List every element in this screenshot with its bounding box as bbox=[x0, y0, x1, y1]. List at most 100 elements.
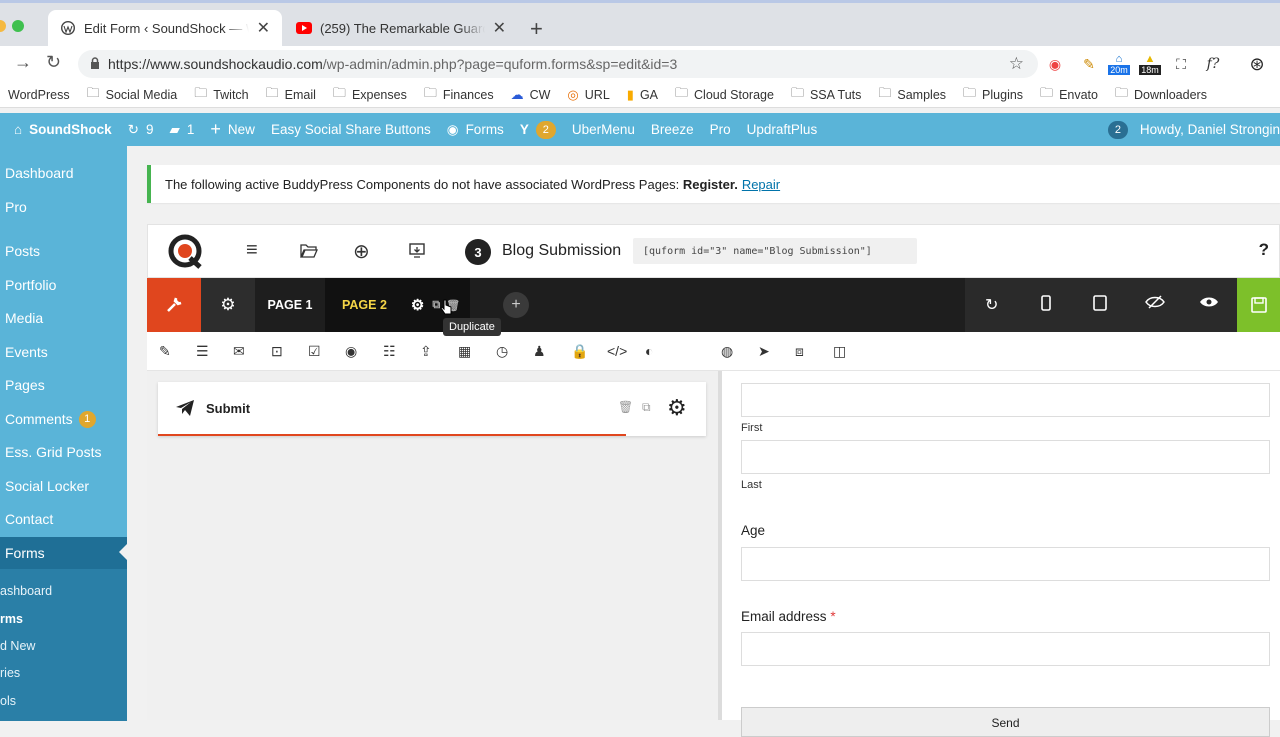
add-circle-icon[interactable]: ⊕ bbox=[353, 239, 370, 264]
bookmark-folder[interactable]: 🗀 Finances bbox=[424, 84, 494, 106]
extension-warning-icon[interactable]: ▲ 18m bbox=[1138, 53, 1162, 75]
eye-icon[interactable] bbox=[1199, 295, 1219, 314]
adminbar-site[interactable]: ⌂ SoundShock bbox=[14, 122, 112, 137]
refresh-icon[interactable]: ↻ bbox=[985, 295, 998, 315]
wrench-icon[interactable] bbox=[147, 278, 201, 332]
tablet-icon[interactable] bbox=[1093, 295, 1107, 316]
sidebar-item-events[interactable]: Events bbox=[0, 337, 127, 367]
tab-youtube[interactable]: (259) The Remarkable Guard Scene ✕ bbox=[284, 10, 518, 46]
extension-fx-icon[interactable]: f? bbox=[1202, 53, 1224, 75]
bookmark-item[interactable]: ▮ GA bbox=[627, 87, 658, 103]
bookmark-folder[interactable]: 🗀 Envato bbox=[1040, 84, 1098, 106]
minimize-button[interactable] bbox=[0, 20, 6, 32]
pencil-icon[interactable]: ✎ bbox=[159, 343, 171, 360]
bookmark-item[interactable]: ◎ URL bbox=[567, 87, 609, 103]
new-tab-icon[interactable]: + bbox=[530, 16, 543, 42]
adminbar-breeze[interactable]: Breeze bbox=[651, 122, 694, 137]
submenu-add-new[interactable]: d New bbox=[0, 639, 35, 653]
bookmark-folder[interactable]: 🗀 Email bbox=[266, 84, 316, 106]
columns-icon[interactable]: ◫ bbox=[833, 343, 846, 360]
select-icon[interactable]: ⊡ bbox=[271, 343, 283, 360]
sidebar-item-posts[interactable]: Posts bbox=[0, 236, 127, 266]
tab-close-icon[interactable]: ✕ bbox=[257, 18, 270, 38]
name-icon[interactable]: ♟ bbox=[533, 343, 546, 360]
email-icon[interactable]: ✉ bbox=[233, 343, 245, 360]
element-settings-gear-icon[interactable]: ⚙ bbox=[667, 395, 687, 421]
bookmark-item[interactable]: WordPress bbox=[8, 88, 70, 102]
page-settings-gear-icon[interactable]: ⚙ bbox=[411, 296, 424, 314]
adminbar-updraft[interactable]: UpdraftPlus bbox=[747, 122, 818, 137]
textarea-icon[interactable]: ☰ bbox=[196, 343, 209, 360]
bookmark-folder[interactable]: 🗀 Cloud Storage bbox=[675, 84, 774, 106]
adminbar-new[interactable]: + New bbox=[210, 119, 255, 140]
shortcode-field[interactable]: [quform id="3" name="Blog Submission"] bbox=[633, 238, 917, 264]
checkbox-icon[interactable]: ☑ bbox=[308, 343, 321, 360]
hidden-icon[interactable]: ◐ bbox=[645, 343, 653, 359]
trash-icon[interactable]: 🗑 bbox=[618, 400, 633, 414]
sidebar-item-comments[interactable]: Comments 1 bbox=[0, 404, 127, 434]
bookmark-folder[interactable]: 🗀 Twitch bbox=[194, 84, 248, 106]
sidebar-item-social-locker[interactable]: Social Locker bbox=[0, 471, 127, 501]
upload-icon[interactable]: ⇪ bbox=[420, 343, 432, 360]
folder-open-icon[interactable] bbox=[300, 241, 318, 264]
submenu-tools[interactable]: ols bbox=[0, 694, 16, 708]
send-button[interactable]: Send bbox=[741, 707, 1270, 737]
extension-timer-icon[interactable]: ⌂ 20m bbox=[1106, 53, 1132, 75]
menu-icon[interactable]: ≡ bbox=[246, 239, 258, 262]
submit-element-card[interactable]: Submit 🗑 ⧉ ⚙ bbox=[158, 382, 706, 436]
adminbar-forms[interactable]: ◉ Forms bbox=[447, 122, 504, 138]
duplicate-icon[interactable]: ⧉ bbox=[642, 400, 651, 415]
help-icon[interactable]: ? bbox=[1259, 240, 1269, 260]
sidebar-item-pages[interactable]: Pages bbox=[0, 370, 127, 400]
extension-crop-icon[interactable]: ⛶ bbox=[1170, 53, 1192, 75]
preview-screen-icon[interactable] bbox=[409, 242, 425, 265]
captcha-icon[interactable]: ◍ bbox=[721, 343, 733, 360]
form-settings-gear-icon[interactable]: ⚙ bbox=[201, 278, 255, 332]
repair-link[interactable]: Repair bbox=[742, 177, 780, 192]
sidebar-item-media[interactable]: Media bbox=[0, 303, 127, 333]
sidebar-item-dashboard[interactable]: Dashboard bbox=[0, 158, 127, 188]
password-icon[interactable]: 🔒 bbox=[571, 343, 588, 360]
adminbar-account[interactable]: 2 Howdy, Daniel Strongin bbox=[1107, 113, 1280, 146]
save-icon[interactable] bbox=[1237, 278, 1280, 332]
zoom-button[interactable] bbox=[12, 20, 24, 32]
date-icon[interactable]: ▦ bbox=[458, 343, 471, 360]
sidebar-item-pro[interactable]: Pro bbox=[0, 192, 127, 222]
age-input[interactable] bbox=[741, 547, 1270, 581]
sidebar-item-portfolio[interactable]: Portfolio bbox=[0, 270, 127, 300]
mobile-icon[interactable] bbox=[1041, 295, 1051, 316]
back-icon[interactable]: → bbox=[14, 52, 32, 73]
extension-record-icon[interactable]: ◉ bbox=[1044, 53, 1066, 75]
submenu-forms[interactable]: rms bbox=[0, 612, 23, 626]
adminbar-updates[interactable]: ↻ 9 bbox=[128, 122, 154, 138]
radio-icon[interactable]: ◉ bbox=[345, 343, 357, 360]
page-tab-1[interactable]: PAGE 1 bbox=[255, 278, 325, 332]
adminbar-yoast[interactable]: Y2 bbox=[520, 120, 556, 139]
add-page-icon[interactable]: + bbox=[503, 292, 529, 318]
address-bar[interactable]: https://www.soundshockaudio.com/wp-admin… bbox=[78, 50, 1038, 78]
sidebar-item-ess-grid-posts[interactable]: Ess. Grid Posts bbox=[0, 437, 127, 467]
hide-icon[interactable] bbox=[1145, 295, 1165, 314]
adminbar-ubermenu[interactable]: UberMenu bbox=[572, 122, 635, 137]
adminbar-comments[interactable]: ▰ 1 bbox=[170, 122, 195, 138]
time-icon[interactable]: ◷ bbox=[496, 343, 508, 360]
profile-avatar-icon[interactable]: ⊛ bbox=[1246, 53, 1268, 75]
bookmark-folder[interactable]: 🗀 Social Media bbox=[87, 84, 178, 106]
sidebar-item-contact[interactable]: Contact bbox=[0, 504, 127, 534]
bookmark-star-icon[interactable]: ☆ bbox=[1009, 54, 1024, 74]
last-name-input[interactable] bbox=[741, 440, 1270, 474]
bookmark-item[interactable]: ☁ CW bbox=[511, 87, 551, 103]
sidebar-item-forms[interactable]: Forms bbox=[0, 537, 127, 569]
first-name-input[interactable] bbox=[741, 383, 1270, 417]
bookmark-folder[interactable]: 🗀 SSA Tuts bbox=[791, 84, 861, 106]
multiselect-icon[interactable]: ☷ bbox=[383, 343, 396, 360]
extension-pen-icon[interactable]: ✎ bbox=[1078, 53, 1100, 75]
bookmark-folder[interactable]: 🗀 Plugins bbox=[963, 84, 1023, 106]
tab-close-icon[interactable]: ✕ bbox=[493, 18, 506, 38]
submenu-entries[interactable]: ries bbox=[0, 666, 20, 680]
email-input[interactable] bbox=[741, 632, 1270, 666]
html-icon[interactable]: </> bbox=[607, 343, 627, 359]
submit-icon[interactable]: ➤ bbox=[758, 343, 770, 360]
bookmark-folder[interactable]: 🗀 Samples bbox=[878, 84, 946, 106]
adminbar-pro[interactable]: Pro bbox=[710, 122, 731, 137]
